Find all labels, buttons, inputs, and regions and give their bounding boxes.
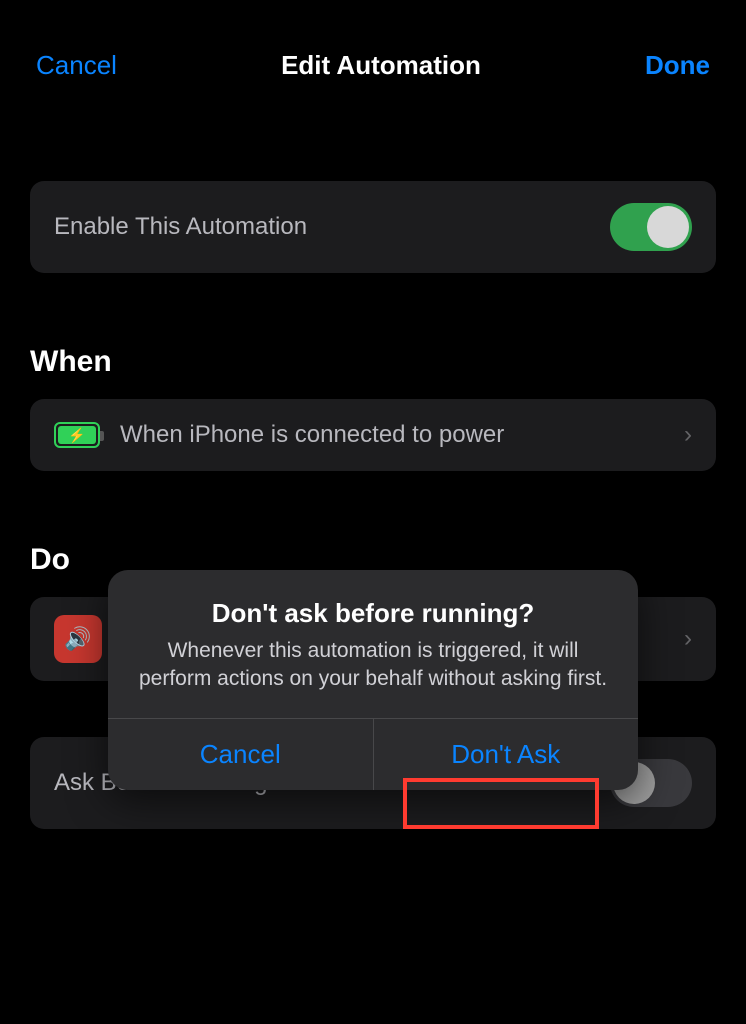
- cancel-button[interactable]: Cancel: [36, 50, 117, 81]
- navigation-header: Cancel Edit Automation Done: [0, 0, 746, 111]
- alert-cancel-button[interactable]: Cancel: [108, 719, 373, 790]
- trigger-text: When iPhone is connected to power: [120, 421, 664, 449]
- alert-confirm-button[interactable]: Don't Ask: [373, 719, 639, 790]
- chevron-right-icon: ›: [684, 625, 692, 653]
- alert-message: Whenever this automation is triggered, i…: [136, 637, 610, 694]
- confirmation-alert: Don't ask before running? Whenever this …: [108, 570, 638, 790]
- alert-buttons: Cancel Don't Ask: [108, 718, 638, 790]
- trigger-row[interactable]: ⚡ When iPhone is connected to power ›: [30, 399, 716, 471]
- battery-charging-icon: ⚡: [54, 422, 100, 448]
- enable-automation-row: Enable This Automation: [30, 181, 716, 273]
- enable-automation-toggle[interactable]: [610, 203, 692, 251]
- alert-title: Don't ask before running?: [136, 598, 610, 629]
- when-section-title: When: [30, 345, 716, 379]
- done-button[interactable]: Done: [645, 50, 710, 81]
- speaker-icon: 🔊: [54, 615, 102, 663]
- alert-body: Don't ask before running? Whenever this …: [108, 570, 638, 718]
- enable-automation-label: Enable This Automation: [54, 213, 307, 241]
- toggle-knob: [647, 206, 689, 248]
- page-title: Edit Automation: [281, 50, 481, 81]
- chevron-right-icon: ›: [684, 421, 692, 449]
